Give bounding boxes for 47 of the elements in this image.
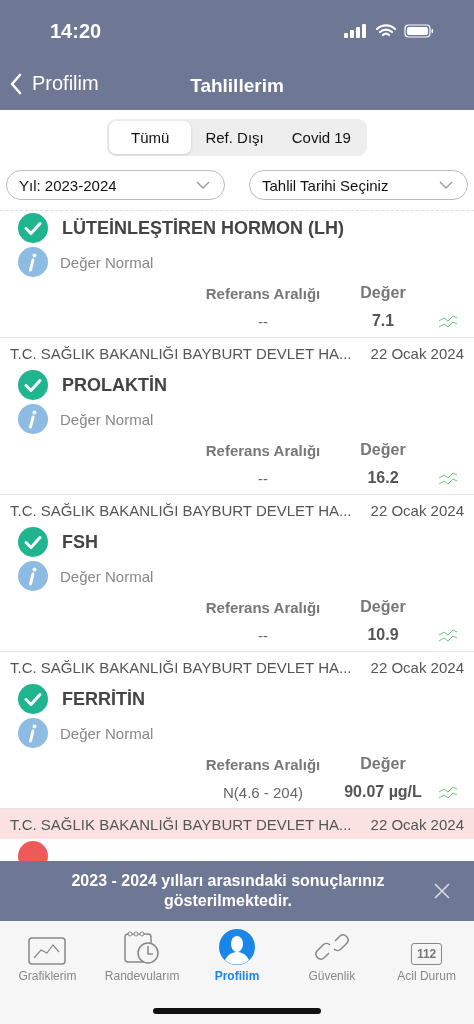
result-value: 90.07 µg/L xyxy=(344,783,422,801)
result-date: 22 Ocak 2024 xyxy=(370,658,464,676)
reference-range: -- xyxy=(258,312,268,330)
tab-bar-item[interactable]: Grafiklerim xyxy=(0,925,95,991)
dropdown-field[interactable]: Tahlil Tarihi Seçiniz xyxy=(249,170,468,200)
result-value: 7.1 xyxy=(371,312,395,330)
test-name: LÜTEİNLEŞTİREN HORMON (LH) xyxy=(62,217,344,239)
tab-bar-item[interactable]: 112 Acil Durum xyxy=(379,925,474,991)
value-label: Değer xyxy=(360,598,406,616)
status-note: Değer Normal xyxy=(60,724,154,742)
result-date: 22 Ocak 2024 xyxy=(370,815,464,833)
segment-tab[interactable]: Ref. Dışı xyxy=(191,121,278,154)
reference-range: N(4.6 - 204) xyxy=(222,783,303,801)
test-name: PROLAKTİN xyxy=(62,374,167,396)
reference-range-label: Referans Aralığı xyxy=(205,441,321,459)
reference-range-label: Referans Aralığı xyxy=(205,284,321,302)
institution-name: T.C. SAĞLIK BAKANLIĞI BAYBURT DEVLET HA... xyxy=(10,501,352,519)
dropdown-field[interactable]: Yıl: 2023-2024 xyxy=(6,170,225,200)
status-time: 14:20 xyxy=(50,19,102,43)
institution-name: T.C. SAĞLIK BAKANLIĞI BAYBURT DEVLET HA... xyxy=(10,815,352,833)
tab-bar-item[interactable]: Profilim xyxy=(189,925,285,991)
test-name: FSH xyxy=(62,531,98,553)
tab-bar-item[interactable]: Güvenlik xyxy=(284,925,380,991)
reference-range-label: Referans Aralığı xyxy=(205,598,321,616)
segment-tab[interactable]: Tümü xyxy=(109,121,192,154)
tab-bar-item[interactable]: Randevularım xyxy=(94,925,190,991)
reference-range: -- xyxy=(258,469,268,487)
back-button[interactable]: Profilim xyxy=(10,72,99,95)
reference-range: -- xyxy=(258,626,268,644)
segment-tab[interactable]: Covid 19 xyxy=(277,121,365,154)
status-note: Değer Normal xyxy=(60,253,154,271)
test-name: FERRİTİN xyxy=(62,688,145,710)
institution-name: T.C. SAĞLIK BAKANLIĞI BAYBURT DEVLET HA... xyxy=(10,658,352,676)
status-note: Değer Normal xyxy=(60,567,154,585)
status-note: Değer Normal xyxy=(60,410,154,428)
result-date: 22 Ocak 2024 xyxy=(370,344,464,362)
value-label: Değer xyxy=(360,284,406,302)
institution-name: T.C. SAĞLIK BAKANLIĞI BAYBURT DEVLET HA... xyxy=(10,344,352,362)
value-label: Değer xyxy=(360,755,406,773)
result-value: 16.2 xyxy=(367,469,399,487)
emergency-number-icon: 112 xyxy=(410,943,443,965)
reference-range-label: Referans Aralığı xyxy=(205,755,321,773)
result-value: 10.9 xyxy=(367,626,399,644)
screen-title: Tahlillerim xyxy=(190,75,284,97)
toast-message: 2023 - 2024 yılları arasındaki sonuçlarınız gösterilmektedir. xyxy=(70,871,386,911)
value-label: Değer xyxy=(360,441,406,459)
result-date: 22 Ocak 2024 xyxy=(370,501,464,519)
